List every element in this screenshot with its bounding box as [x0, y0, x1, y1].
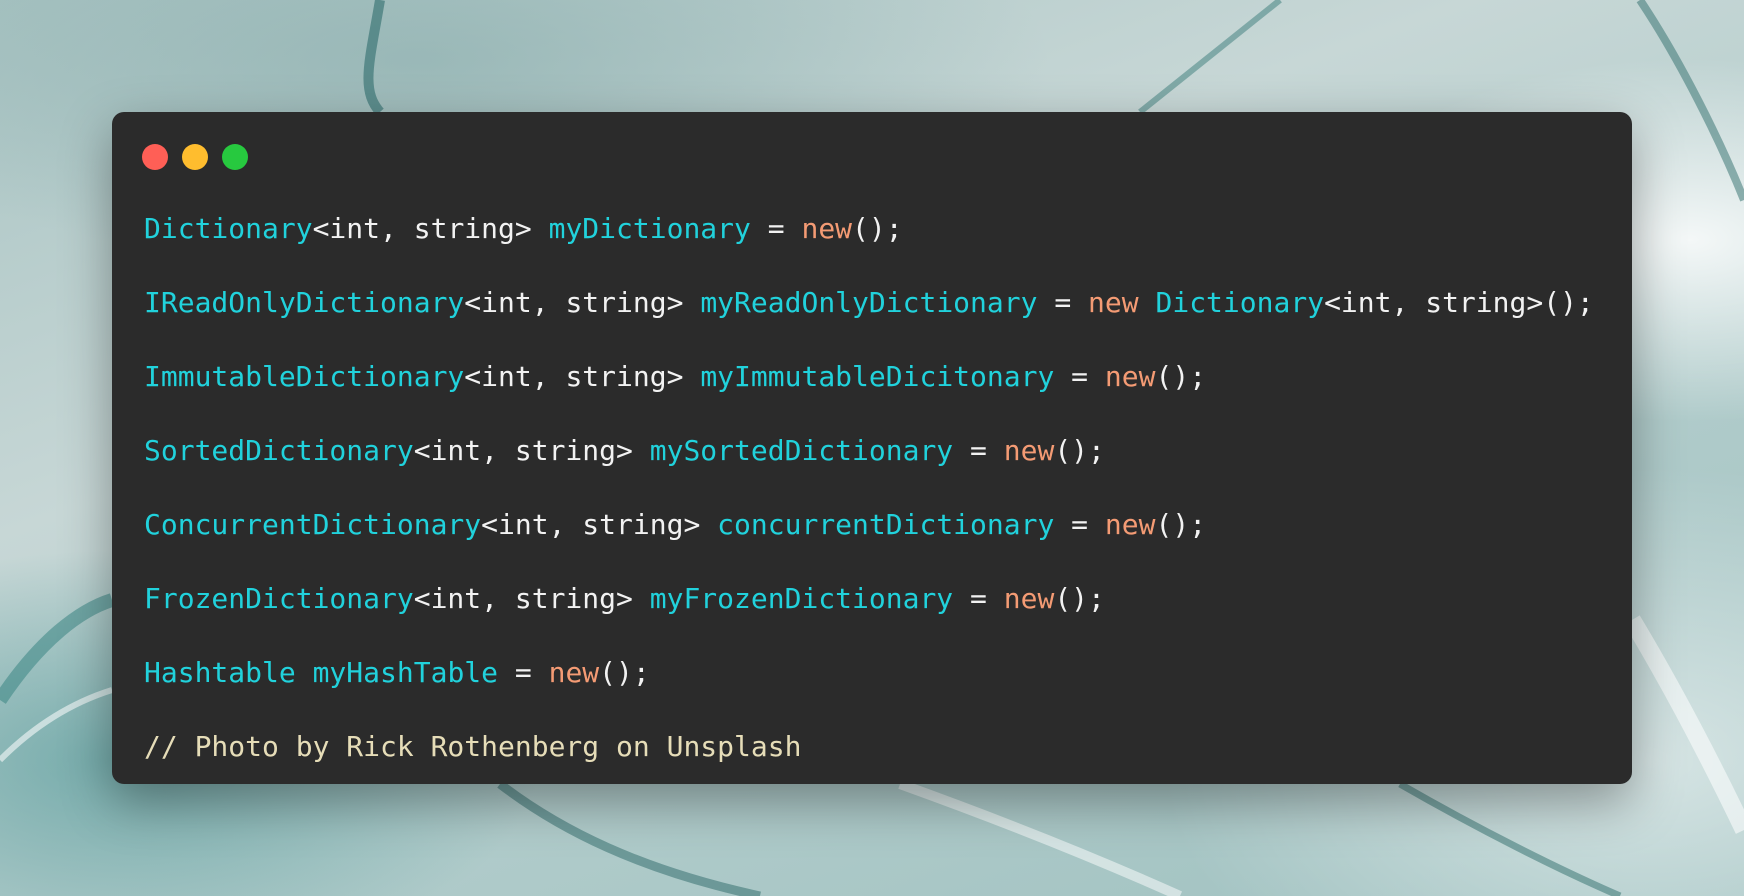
punctuation-token: <int, string> — [312, 212, 549, 245]
punctuation-token: (); — [1155, 508, 1207, 541]
code-window: Dictionary<int, string> myDictionary = n… — [112, 112, 1632, 784]
code-line: Dictionary<int, string> myDictionary = n… — [144, 200, 1612, 274]
punctuation-token: (); — [1054, 582, 1105, 615]
punctuation-token: <int, string>(); — [1324, 286, 1594, 319]
punctuation-token: = — [750, 212, 802, 245]
close-window-dot[interactable] — [142, 144, 168, 170]
comment-token: // Photo by Rick Rothenberg on Unsplash — [144, 730, 802, 763]
keyword-token: new — [801, 212, 853, 245]
maximize-window-dot[interactable] — [222, 144, 248, 170]
variable-token: myDictionary — [548, 212, 751, 245]
punctuation-token: (); — [599, 656, 650, 689]
variable-token: myReadOnlyDictionary — [700, 286, 1038, 319]
type-token: ConcurrentDictionary — [144, 508, 482, 541]
minimize-window-dot[interactable] — [182, 144, 208, 170]
keyword-token: new — [1104, 508, 1156, 541]
punctuation-token: <int, string> — [413, 434, 650, 467]
punctuation-token: <int, string> — [413, 582, 650, 615]
punctuation-token: = — [1054, 508, 1105, 541]
window-controls — [142, 144, 248, 170]
punctuation-token: <int, string> — [464, 286, 701, 319]
type-token: Dictionary — [144, 212, 313, 245]
punctuation-token: <int, string> — [481, 508, 718, 541]
type-token: SortedDictionary — [144, 434, 414, 467]
type-token: FrozenDictionary — [144, 582, 414, 615]
type-token: Hashtable — [144, 656, 296, 689]
punctuation-token: = — [498, 656, 549, 689]
code-line: // Photo by Rick Rothenberg on Unsplash — [144, 718, 1612, 784]
code-line: Hashtable myHashTable = new(); — [144, 644, 1612, 718]
punctuation-token: <int, string> — [464, 360, 701, 393]
punctuation-token: = — [953, 582, 1004, 615]
punctuation-token: (); — [1155, 360, 1207, 393]
code-line: ImmutableDictionary<int, string> myImmut… — [144, 348, 1612, 422]
punctuation-token — [296, 656, 313, 689]
keyword-token: new — [548, 656, 600, 689]
variable-token: mySortedDictionary — [649, 434, 954, 467]
type-token: ImmutableDictionary — [144, 360, 465, 393]
keyword-token: new — [1104, 360, 1156, 393]
variable-token: myHashTable — [312, 656, 499, 689]
variable-token: concurrentDictionary — [717, 508, 1055, 541]
type-token: Dictionary — [1155, 286, 1325, 319]
code-line: IReadOnlyDictionary<int, string> myReadO… — [144, 274, 1612, 348]
punctuation-token: (); — [852, 212, 903, 245]
punctuation-token: = — [1037, 286, 1089, 319]
punctuation-token: = — [953, 434, 1004, 467]
code-line: SortedDictionary<int, string> mySortedDi… — [144, 422, 1612, 496]
punctuation-token: (); — [1054, 434, 1105, 467]
code-block: Dictionary<int, string> myDictionary = n… — [144, 200, 1612, 784]
variable-token: myFrozenDictionary — [649, 582, 954, 615]
type-token: IReadOnlyDictionary — [144, 286, 465, 319]
keyword-token: new — [1003, 582, 1055, 615]
punctuation-token: = — [1054, 360, 1105, 393]
keyword-token: new — [1003, 434, 1055, 467]
code-line: ConcurrentDictionary<int, string> concur… — [144, 496, 1612, 570]
keyword-token: new — [1088, 286, 1139, 319]
variable-token: myImmutableDicitonary — [700, 360, 1055, 393]
punctuation-token — [1139, 286, 1156, 319]
code-line: FrozenDictionary<int, string> myFrozenDi… — [144, 570, 1612, 644]
